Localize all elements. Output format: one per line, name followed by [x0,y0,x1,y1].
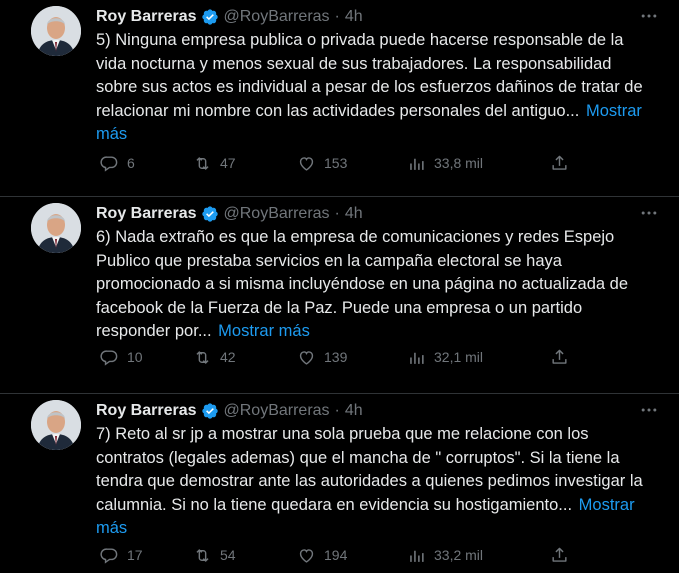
reply-icon [100,547,118,564]
tweet-body: 6) Nada extraño es que la empresa de com… [96,228,629,340]
share-icon [552,547,567,562]
reply-count: 17 [127,547,143,563]
reply-button[interactable]: 10 [100,348,143,367]
reply-icon [100,155,118,172]
views-button[interactable]: 32,1 mil [407,348,483,367]
author-name[interactable]: Roy Barreras [96,205,197,223]
author-handle[interactable]: @RoyBarreras [224,205,330,223]
verified-badge-icon [201,8,219,26]
verified-badge-icon [201,205,219,223]
like-count: 153 [324,155,348,171]
share-icon [552,349,567,364]
author-handle[interactable]: @RoyBarreras [224,402,330,420]
retweet-icon [196,350,209,364]
analytics-icon [410,158,424,170]
like-button[interactable]: 139 [297,348,347,367]
tweet-text: 6) Nada extraño es que la empresa de com… [96,226,656,344]
tweet-feed: Roy Barreras @RoyBarreras · 4h 5) Ningun… [0,0,679,573]
view-count: 33,2 mil [434,547,484,563]
show-more-link[interactable]: Mostrar más [218,322,310,340]
tweet-actions: 17 54 194 33,2 mil [100,544,570,566]
tweet-text: 5) Ninguna empresa publica o privada pue… [96,29,656,147]
separator-dot: · [334,205,340,222]
tweet-actions: 6 47 153 33,8 mil [100,152,570,174]
analytics-icon [410,352,424,364]
reply-button[interactable]: 17 [100,546,143,565]
reply-count: 6 [127,155,135,171]
timestamp[interactable]: 4h [345,402,363,420]
retweet-button[interactable]: 54 [193,546,236,565]
view-count: 33,8 mil [434,155,484,171]
view-count: 32,1 mil [434,349,484,365]
share-icon [552,155,567,170]
tweet[interactable]: Roy Barreras @RoyBarreras · 4h 7) Reto a… [0,394,679,573]
reply-count: 10 [127,349,143,365]
share-button[interactable] [550,546,569,565]
author-name[interactable]: Roy Barreras [96,402,197,420]
tweet-header: Roy Barreras @RoyBarreras · 4h [96,6,659,28]
like-button[interactable]: 153 [297,154,347,173]
retweet-count: 42 [220,349,236,365]
heart-icon [299,156,314,171]
retweet-icon [196,548,209,562]
retweet-icon [196,156,209,170]
share-button[interactable] [550,154,569,173]
tweet-actions: 10 42 139 32,1 mil [100,346,570,368]
tweet-body: 5) Ninguna empresa publica o privada pue… [96,31,643,120]
tweet[interactable]: Roy Barreras @RoyBarreras · 4h 5) Ningun… [0,0,679,197]
reply-button[interactable]: 6 [100,154,135,173]
views-button[interactable]: 33,8 mil [407,154,483,173]
tweet[interactable]: Roy Barreras @RoyBarreras · 4h 6) Nada e… [0,197,679,394]
retweet-count: 47 [220,155,236,171]
heart-icon [299,350,314,365]
avatar[interactable] [31,400,81,450]
separator-dot: · [334,402,340,419]
author-name[interactable]: Roy Barreras [96,8,197,26]
verified-badge-icon [201,402,219,420]
like-count: 194 [324,547,348,563]
tweet-body: 7) Reto al sr jp a mostrar una sola prue… [96,425,643,514]
more-options-icon[interactable] [639,6,659,29]
more-options-icon[interactable] [639,203,659,226]
tweet-header: Roy Barreras @RoyBarreras · 4h [96,400,659,422]
separator-dot: · [334,8,340,25]
like-button[interactable]: 194 [297,546,347,565]
avatar[interactable] [31,203,81,253]
author-handle[interactable]: @RoyBarreras [224,8,330,26]
timestamp[interactable]: 4h [345,8,363,26]
retweet-button[interactable]: 42 [193,348,236,367]
retweet-button[interactable]: 47 [193,154,236,173]
retweet-count: 54 [220,547,236,563]
more-options-icon[interactable] [639,400,659,423]
analytics-icon [410,550,424,562]
share-button[interactable] [550,348,569,367]
tweet-text: 7) Reto al sr jp a mostrar una sola prue… [96,423,656,541]
like-count: 139 [324,349,348,365]
heart-icon [299,548,314,563]
avatar[interactable] [31,6,81,56]
tweet-header: Roy Barreras @RoyBarreras · 4h [96,203,659,225]
timestamp[interactable]: 4h [345,205,363,223]
reply-icon [100,349,118,366]
views-button[interactable]: 33,2 mil [407,546,483,565]
